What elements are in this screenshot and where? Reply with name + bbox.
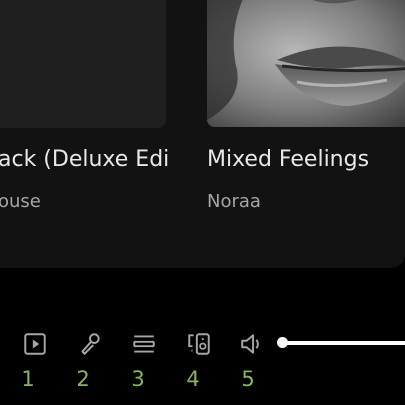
lyrics-button[interactable]: [76, 330, 104, 358]
album-artist-left[interactable]: ouse: [0, 190, 41, 214]
microphone-icon: [81, 333, 100, 355]
album-art-mixed-feelings[interactable]: [207, 0, 405, 127]
shortcut-hint-5: 5: [241, 367, 255, 391]
album-art-left[interactable]: [0, 0, 166, 128]
album-artist-noraa[interactable]: Noraa: [207, 190, 261, 214]
volume-slider[interactable]: [280, 341, 405, 345]
player-controls: 1 2 3 4 5: [0, 320, 405, 405]
shortcut-hint-1: 1: [21, 367, 35, 391]
queue-button[interactable]: [130, 330, 158, 358]
shortcut-hint-3: 3: [131, 367, 145, 391]
connect-device-button[interactable]: [185, 330, 213, 358]
now-playing-view-icon: [24, 333, 46, 355]
volume-slider-handle[interactable]: [277, 337, 288, 348]
queue-icon: [133, 335, 155, 353]
now-playing-view-button[interactable]: [21, 330, 49, 358]
album-cover-image: [207, 0, 405, 127]
shortcut-hint-4: 4: [186, 367, 200, 391]
album-title-left[interactable]: ack (Deluxe Edi: [0, 145, 186, 175]
shortcut-hint-2: 2: [76, 367, 90, 391]
connect-device-icon: [188, 333, 210, 355]
album-title-mixed-feelings[interactable]: Mixed Feelings: [207, 145, 369, 175]
album-grid: ack (Deluxe Edi ouse Mixed Feelings Nora…: [0, 0, 405, 268]
volume-icon: [241, 334, 259, 354]
volume-button[interactable]: [238, 330, 266, 358]
